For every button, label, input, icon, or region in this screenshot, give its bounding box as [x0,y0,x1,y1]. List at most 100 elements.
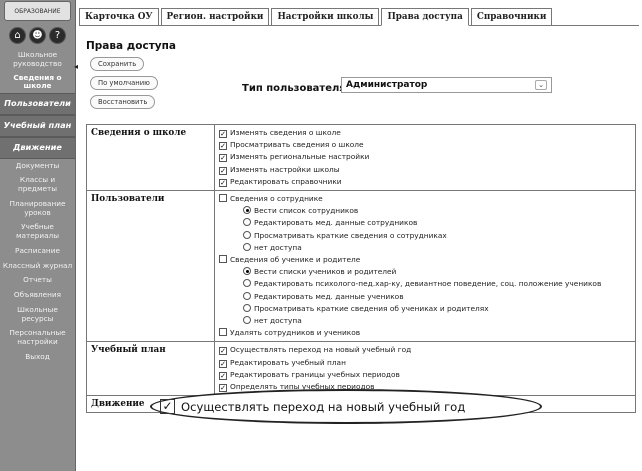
sidebar-item[interactable]: Персональные настройки [0,326,75,350]
checkbox[interactable]: ✓ [219,154,227,163]
checkbox[interactable]: ✓ [219,347,227,356]
radio-button[interactable] [243,242,251,251]
sidebar-item[interactable]: Сведения о школе [0,72,75,94]
checkbox[interactable]: ✓ [219,359,227,368]
tab-bar: Карточка ОУ Регион. настройки Настройки шк… [79,4,639,26]
permission-label: Просматривать краткие сведения об ученик… [254,303,489,313]
permission-radio-item: Вести список сотрудников [219,205,631,217]
permission-radio-item: Редактировать психолого-пед.хар-ку, деви… [219,278,631,290]
section-title: Сведения о школе [86,123,215,192]
section-permissions: Сведения о сотруднике Вести список сотруд… [214,190,636,343]
sidebar-item[interactable]: Классный журнал [0,259,75,274]
radio-button[interactable] [243,303,251,312]
permissions-table: Сведения о школе ✓ Изменять сведения о шко… [86,123,636,414]
section-title: Учебный план [86,341,215,397]
permission-label: Просматривать краткие сведения о сотрудн… [254,230,447,240]
people-icon[interactable]: ☻ [29,27,46,44]
chevron-down-icon: ⌄ [535,80,547,90]
radio-button[interactable] [243,230,251,239]
tab[interactable]: Регион. настройки [160,8,270,25]
user-type-value: Администратор [346,80,428,90]
sidebar-icon-row: ⌂ ☻ ? [0,27,75,44]
sidebar-menu: Школьное руководство Сведения о школе Поль… [0,48,75,365]
permission-radio-item: Редактировать мед. данные учеников [219,291,631,303]
tab[interactable]: Права доступа [381,8,469,26]
permission-label: нет доступа [254,242,302,252]
permission-checkbox-item: Сведения об ученике и родителе [219,254,631,266]
restore-button[interactable]: Восстановить [90,95,156,109]
default-button[interactable]: По умолчанию [90,76,158,90]
section-permissions: ✓ Изменять сведения о школе ✓ Просматривать… [214,123,636,192]
radio-button[interactable] [243,218,251,227]
permission-label: Редактировать мед. данные учеников [254,291,404,301]
save-button[interactable]: Сохранить [90,57,145,71]
callout-checkbox[interactable]: ✓ [160,399,175,414]
checkbox[interactable]: ✓ [219,142,227,151]
permission-section-row: Сведения о школе ✓ Изменять сведения о шко… [86,123,636,192]
permission-label: Изменять сведения о школе [230,128,341,137]
permission-label: Редактировать мед. данные сотрудников [254,218,418,228]
permission-checkbox-item: ✓ Изменять настройки школы [219,164,631,176]
permission-section-row: Учебный план ✓ Осуществлять переход на нов… [86,341,636,397]
checkbox[interactable] [219,328,227,337]
sidebar-item[interactable]: Классы и предметы [0,173,75,197]
checkbox[interactable]: ✓ [219,371,227,380]
radio-button[interactable] [243,206,251,215]
selected-pointer-icon: ◂ [74,62,79,71]
permission-label: Вести списки учеников и родителей [254,267,397,277]
permission-label: Сведения об ученике и родителе [230,255,361,265]
permission-label: Осуществлять переход на новый учебный го… [230,345,412,355]
tab[interactable]: Настройки школы [271,8,380,25]
permission-radio-item: Вести списки учеников и родителей [219,266,631,278]
radio-button[interactable] [243,279,251,288]
permission-checkbox-item: ✓ Редактировать учебный план [219,357,631,369]
app-logo: ОБРАЗОВАНИЕ [4,1,71,21]
checkbox[interactable]: ✓ [219,384,227,393]
user-type-label: Тип пользователя [242,83,346,94]
permission-label: Сведения о сотруднике [230,194,323,204]
permission-radio-item: Редактировать мед. данные сотрудников [219,217,631,229]
tab[interactable]: Карточка ОУ [79,8,159,25]
sidebar-item[interactable]: Выход [0,350,75,365]
sidebar-item[interactable]: Учебный план [0,114,75,137]
radio-button[interactable] [243,316,251,325]
permission-label: Редактировать границы учебных периодов [230,369,400,379]
sidebar-item[interactable]: Учебные материалы [0,220,75,244]
checkbox[interactable] [219,194,227,203]
sidebar-item[interactable]: Движение [0,136,75,159]
sidebar-item[interactable]: Объявления [0,288,75,303]
permission-label: Редактировать психолого-пед.хар-ку, деви… [254,279,602,289]
section-permissions: ✓ Осуществлять переход на новый учебный г… [214,341,636,397]
permission-label: Вести список сотрудников [254,206,359,216]
permission-radio-item: нет доступа [219,315,631,327]
permission-label: нет доступа [254,316,302,326]
sidebar-item[interactable]: Пользователи [0,93,75,115]
permission-checkbox-item: ✓ Редактировать границы учебных периодов [219,369,631,381]
permission-radio-item: Просматривать краткие сведения об ученик… [219,303,631,315]
home-icon[interactable]: ⌂ [9,27,26,44]
checkbox[interactable]: ✓ [219,130,227,138]
permission-label: Изменять настройки школы [230,164,340,174]
sidebar-item[interactable]: Школьное руководство [0,48,75,72]
checkbox[interactable]: ✓ [219,166,227,175]
checkbox[interactable]: ✓ [219,178,227,187]
permission-checkbox-item: ✓ Редактировать справочники [219,176,631,188]
sidebar-item[interactable]: Отчеты [0,273,75,288]
tab[interactable]: Справочники [470,8,553,25]
sidebar-item[interactable]: Планирование уроков [0,197,75,221]
radio-button[interactable] [243,267,251,276]
page-title: Права доступа [86,40,176,52]
permission-checkbox-item: ✓ Просматривать сведения о школе [219,139,631,151]
permission-checkbox-item: Удалять сотрудников и учеников [219,327,631,339]
user-type-select[interactable]: Администратор ⌄ [341,77,552,93]
sidebar-item[interactable]: Документы [0,159,75,174]
checkbox[interactable] [219,255,227,264]
permission-label: Изменять региональные настройки [230,152,370,162]
sidebar-item[interactable]: Расписание [0,244,75,259]
sidebar-item[interactable]: Школьные ресурсы [0,303,75,327]
permission-checkbox-item: Сведения о сотруднике [219,193,631,205]
radio-button[interactable] [243,291,251,300]
permission-radio-item: нет доступа [219,242,631,254]
help-icon[interactable]: ? [49,27,66,44]
callout-label: Осуществлять переход на новый учебный го… [181,399,466,414]
